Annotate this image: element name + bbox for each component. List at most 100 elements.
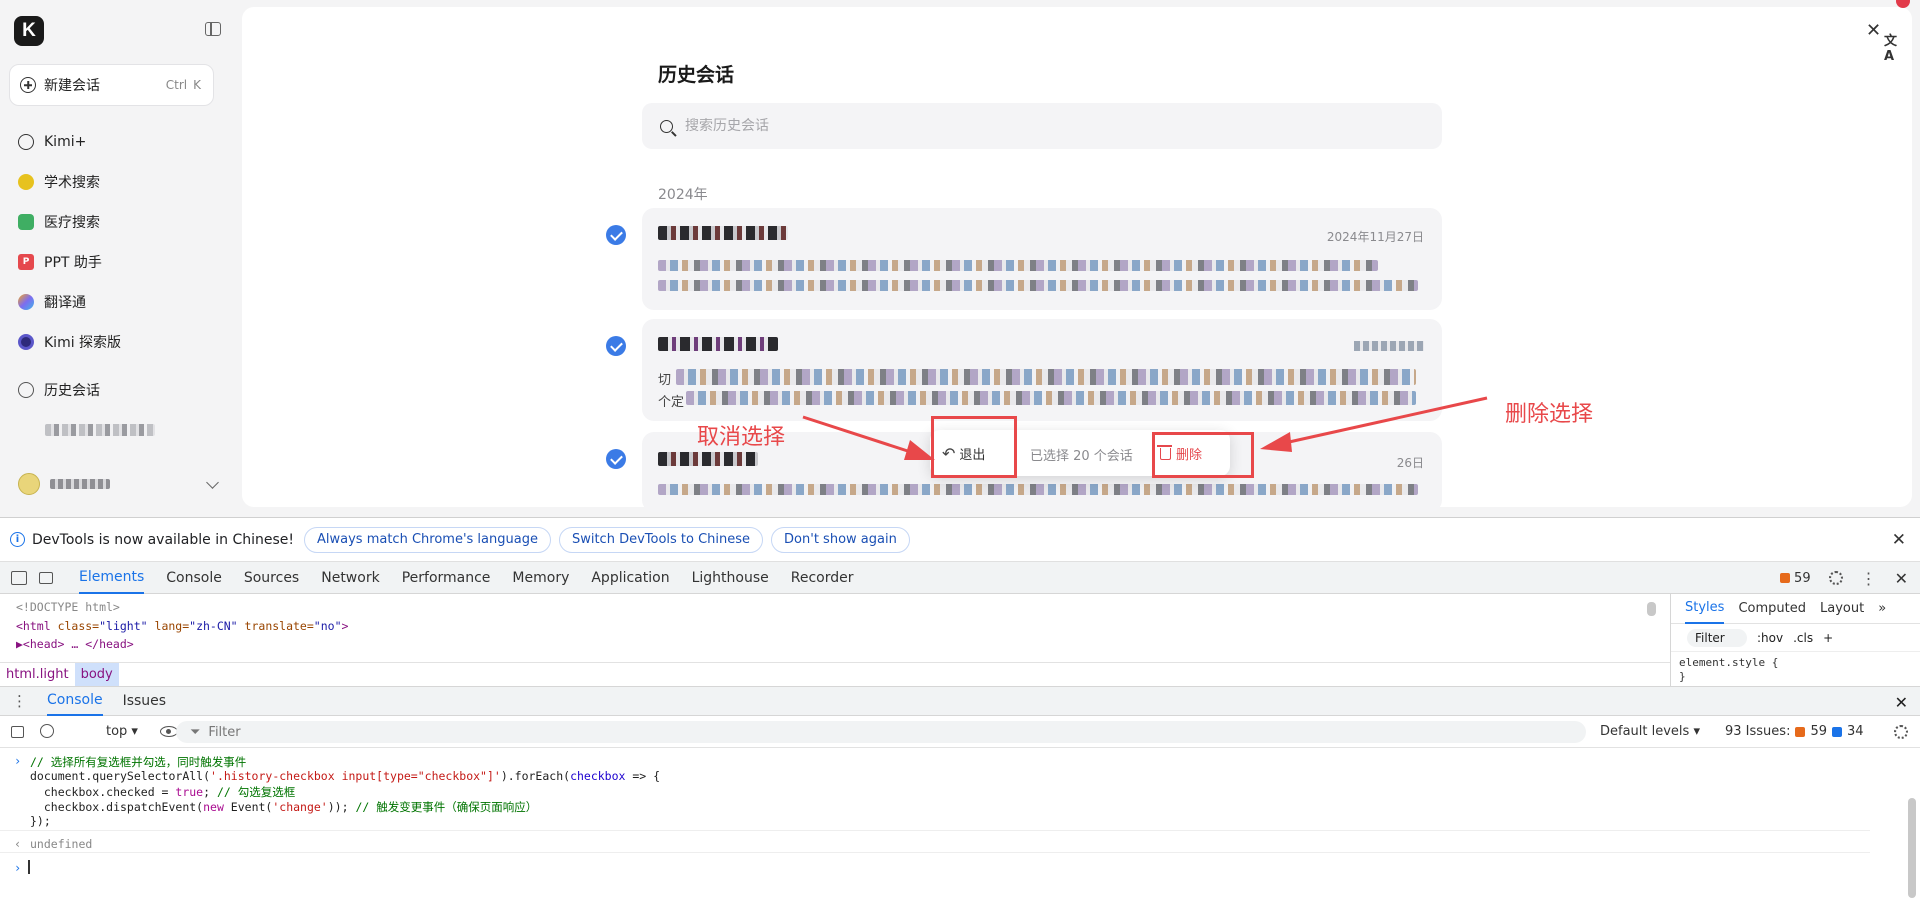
console-filter-placeholder: Filter <box>208 724 241 740</box>
more-tabs-icon[interactable]: » <box>1878 594 1886 624</box>
conversation-snippet-blurred <box>658 484 1418 495</box>
conversation-card[interactable]: 切 个定 <box>642 319 1442 421</box>
kimi-logo[interactable]: K <box>14 16 44 46</box>
styles-filter-input[interactable]: Filter <box>1687 628 1747 647</box>
doctype-line[interactable]: <!DOCTYPE html> <box>16 600 120 614</box>
conversation-checkbox[interactable] <box>606 336 626 356</box>
conversation-snippet-blurred <box>686 391 1416 405</box>
notification-dot-icon <box>1896 0 1910 8</box>
code-token: ; <box>203 785 217 799</box>
user-profile-row[interactable] <box>18 472 223 496</box>
context-selector[interactable]: top ▾ <box>106 724 138 739</box>
html-attr-translate-name: translate= <box>244 619 314 633</box>
devtools-tabbar: Elements Console Sources Network Perform… <box>0 562 1920 594</box>
sidebar-item-kimi-plus[interactable]: Kimi+ <box>18 130 86 154</box>
dont-show-again-button[interactable]: Don't show again <box>771 526 910 553</box>
tab-network[interactable]: Network <box>321 562 379 594</box>
close-icon[interactable]: ✕ <box>1892 530 1906 550</box>
delete-highlight-box <box>1152 432 1254 478</box>
add-rule-icon[interactable]: + <box>1823 631 1833 645</box>
tab-console[interactable]: Console <box>166 562 222 594</box>
code-token: Event( <box>223 800 273 814</box>
tab-sources[interactable]: Sources <box>244 562 299 594</box>
hov-button[interactable]: :hov <box>1757 631 1783 645</box>
html-attr-translate-value: "no" <box>313 619 342 633</box>
close-icon[interactable]: ✕ <box>1866 20 1881 41</box>
styles-tabbar: Styles Computed Layout » <box>1671 594 1920 624</box>
code-token: checkbox.checked = <box>30 785 176 799</box>
tab-console-drawer[interactable]: Console <box>47 686 103 716</box>
switch-chinese-button[interactable]: Switch DevTools to Chinese <box>558 526 764 553</box>
device-toolbar-icon[interactable] <box>39 571 53 584</box>
history-search[interactable] <box>642 103 1442 149</box>
html-node-line[interactable]: <html class="light" lang="zh-CN" transla… <box>16 619 348 633</box>
console-output: › // 选择所有复选框并勾选，同时触发事件 document.querySel… <box>0 748 1900 900</box>
gear-icon[interactable] <box>1828 571 1843 585</box>
conversation-card[interactable]: 2024年11月27日 <box>642 208 1442 310</box>
sidebar-item-history[interactable]: 历史会话 <box>18 378 100 402</box>
sidebar-item-ppt-assistant[interactable]: P PPT 助手 <box>18 250 102 274</box>
filter-icon: ⏷ <box>190 724 201 740</box>
chevron-down-icon[interactable] <box>206 475 219 489</box>
sidebar-item-label: Kimi+ <box>44 134 87 150</box>
cls-button[interactable]: .cls <box>1793 631 1813 645</box>
sidebar-toggle-icon[interactable] <box>205 22 221 36</box>
sidebar-item-label: 翻译通 <box>44 295 86 311</box>
html-attr-lang-value: "zh-CN" <box>189 619 238 633</box>
conversation-checkbox[interactable] <box>606 449 626 469</box>
html-attr-lang-name: lang= <box>154 619 190 633</box>
tab-elements[interactable]: Elements <box>79 562 145 594</box>
new-chat-label: 新建会话 <box>44 78 100 94</box>
more-vertical-icon[interactable]: ⋮ <box>1861 569 1877 588</box>
tab-issues[interactable]: Issues <box>123 686 167 716</box>
new-chat-button[interactable]: 新建会话 Ctrl K <box>9 64 214 106</box>
history-entry-blurred[interactable] <box>45 424 155 436</box>
sidebar-item-translator[interactable]: 翻译通 <box>18 290 86 314</box>
tab-lighthouse[interactable]: Lighthouse <box>692 562 769 594</box>
sidebar-item-kimi-explore[interactable]: Kimi 探索版 <box>18 330 121 354</box>
conversation-snippet-prefix: 个定 <box>658 395 685 410</box>
tab-performance[interactable]: Performance <box>402 562 491 594</box>
selected-count: 已选择 20 个会话 <box>1030 449 1133 464</box>
console-input-caret[interactable] <box>28 860 30 874</box>
sidebar-item-academic-search[interactable]: 学术搜索 <box>18 170 100 194</box>
clear-console-icon[interactable] <box>40 724 54 738</box>
conversation-date: 2024年11月27日 <box>1326 230 1424 244</box>
console-filter[interactable]: ⏷ Filter <box>176 721 1586 743</box>
translate-icon[interactable]: 文A <box>1884 34 1906 64</box>
code-token: checkbox.dispatchEvent( <box>30 800 204 814</box>
conversation-checkbox[interactable] <box>606 225 626 245</box>
element-style-close: } <box>1679 670 1686 683</box>
more-vertical-icon[interactable]: ⋮ <box>12 692 27 710</box>
tab-memory[interactable]: Memory <box>512 562 569 594</box>
issue-warning-icon <box>1780 573 1791 583</box>
breadcrumb-html[interactable]: html.light <box>0 663 75 687</box>
inspect-element-icon[interactable] <box>11 570 27 585</box>
annotation-delete-select: 删除选择 <box>1505 402 1594 427</box>
tab-styles[interactable]: Styles <box>1685 594 1725 624</box>
close-drawer-icon[interactable]: ✕ <box>1895 693 1908 712</box>
tab-recorder[interactable]: Recorder <box>791 562 854 594</box>
console-result: undefined <box>30 837 93 851</box>
gear-icon[interactable] <box>1894 725 1908 739</box>
match-language-button[interactable]: Always match Chrome's language <box>304 526 551 553</box>
console-line: }); <box>30 814 51 828</box>
breadcrumb-body[interactable]: body <box>74 662 119 687</box>
dom-breadcrumb: html.light body <box>0 662 1670 687</box>
elements-scrollbar[interactable] <box>1647 602 1656 616</box>
issues-summary[interactable]: 93 Issues: 59 34 <box>1725 724 1864 739</box>
console-scrollbar[interactable] <box>1908 798 1916 898</box>
element-style-rule[interactable]: element.style { } <box>1671 652 1920 684</box>
default-levels-dropdown[interactable]: Default levels ▾ <box>1600 724 1700 739</box>
medical-search-icon <box>18 214 34 230</box>
head-node-line[interactable]: ▶<head> … </head> <box>16 637 134 651</box>
issues-badge[interactable]: 59 <box>1780 571 1811 586</box>
tab-layout[interactable]: Layout <box>1820 594 1864 624</box>
search-input[interactable] <box>685 118 1385 134</box>
tab-application[interactable]: Application <box>591 562 669 594</box>
close-devtools-icon[interactable]: ✕ <box>1895 569 1908 588</box>
info-message: DevTools is now available in Chinese! <box>32 531 294 548</box>
sidebar-toggle-icon[interactable] <box>11 725 24 738</box>
sidebar-item-medical-search[interactable]: 医疗搜索 <box>18 210 100 234</box>
tab-computed[interactable]: Computed <box>1738 594 1806 624</box>
